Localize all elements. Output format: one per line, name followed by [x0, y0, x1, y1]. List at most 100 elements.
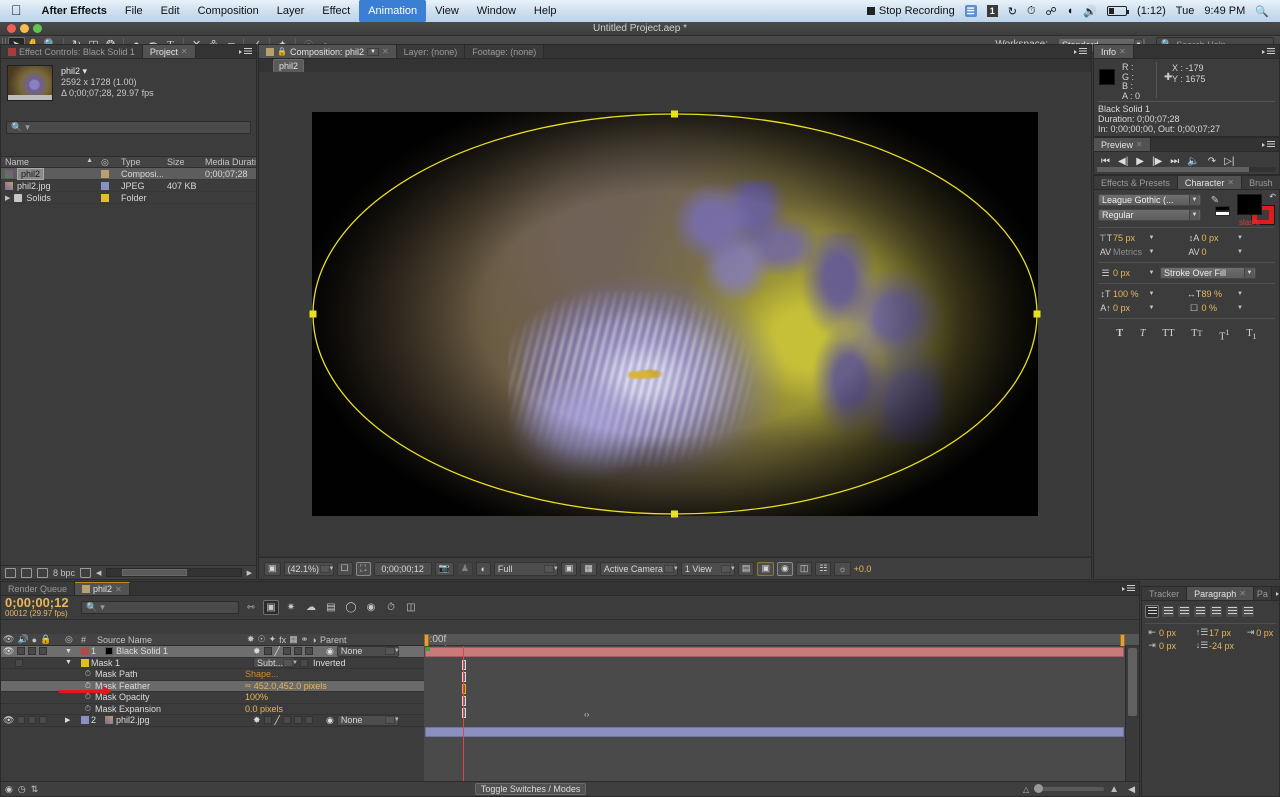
small-caps-button[interactable]: TT: [1191, 328, 1202, 342]
table-row[interactable]: 👁 ▼ 1 Black Solid 1 ✸: [1, 646, 424, 658]
subscript-button[interactable]: T1: [1246, 328, 1256, 342]
audio-toggle[interactable]: [17, 647, 25, 655]
space-after-value[interactable]: -24 px: [1209, 641, 1245, 651]
magnification-icon[interactable]: ▣: [264, 562, 281, 576]
menu-item-animation[interactable]: Animation: [359, 0, 426, 22]
interpret-footage-button[interactable]: [5, 568, 16, 578]
table-row[interactable]: ⏱ Mask Opacity 100%: [1, 692, 424, 704]
justify-last-center-button[interactable]: [1209, 605, 1223, 618]
take-snapshot-button[interactable]: 📷: [435, 562, 454, 576]
column-header-size[interactable]: Size: [163, 157, 201, 167]
frame-blend-icon[interactable]: ▦: [289, 634, 298, 645]
chevron-down-icon[interactable]: ▾: [83, 66, 88, 76]
choose-grid-guide-button[interactable]: ☐: [337, 562, 353, 576]
tab-tracker[interactable]: Tracker: [1142, 587, 1187, 600]
reset-exposure-button[interactable]: ☼: [834, 562, 850, 576]
leading-value[interactable]: 0 px: [1202, 233, 1236, 243]
layer-bar-black-solid[interactable]: [425, 647, 1124, 657]
close-icon[interactable]: ✕: [1136, 140, 1143, 149]
current-time-display[interactable]: 0;00;00;12: [374, 562, 432, 576]
clock-icon[interactable]: ⏱: [1022, 5, 1041, 18]
sync-icon[interactable]: ↻: [1003, 5, 1022, 18]
chevron-down-icon[interactable]: ▼: [1236, 305, 1245, 311]
fill-color-swatch[interactable]: [1237, 194, 1262, 215]
menu-item-after-effects[interactable]: After Effects: [33, 0, 116, 22]
parent-selector[interactable]: None ▼: [337, 715, 399, 726]
menu-item-window[interactable]: Window: [468, 0, 525, 22]
horizontal-scale-value[interactable]: 89 %: [1202, 289, 1236, 299]
paragraph-panel-menu-button[interactable]: [1272, 587, 1280, 600]
default-fill-stroke-icon[interactable]: [1215, 206, 1230, 217]
disclosure-triangle-icon[interactable]: ▶: [65, 716, 70, 724]
property-value[interactable]: 0.0 pixels: [243, 704, 424, 714]
draft-3d-button[interactable]: ▣: [263, 600, 279, 615]
column-header-label[interactable]: ◎: [97, 157, 117, 168]
apple-logo-icon[interactable]: : [0, 3, 33, 17]
delete-button[interactable]: [80, 568, 91, 578]
info-panel-menu-button[interactable]: [1258, 45, 1279, 58]
column-header-name[interactable]: Name ▲: [1, 157, 97, 167]
mask-vertex-top[interactable]: [671, 111, 678, 118]
enable-frame-blending-button[interactable]: ☁: [303, 600, 319, 615]
property-value[interactable]: 100%: [243, 692, 424, 702]
frame-blend-switch[interactable]: [294, 716, 302, 724]
share-view-axes-button[interactable]: ▤: [738, 562, 755, 576]
disclosure-triangle-icon[interactable]: ▼: [65, 648, 72, 655]
property-name[interactable]: Mask Feather: [93, 681, 243, 691]
effects-switch[interactable]: [283, 716, 291, 724]
transparency-grid-button[interactable]: ▦: [580, 562, 597, 576]
disclosure-triangle-icon[interactable]: ▼: [65, 659, 72, 666]
motion-blur-switch[interactable]: [305, 716, 313, 724]
source-name-column-header[interactable]: Source Name: [95, 635, 245, 645]
solo-toggle[interactable]: [28, 716, 36, 724]
label-color-swatch[interactable]: [81, 647, 89, 655]
scroll-left-arrow[interactable]: ◀: [96, 569, 101, 577]
motion-blur-icon[interactable]: ⚭: [301, 634, 309, 645]
mask-vertex-bottom[interactable]: [671, 511, 678, 518]
mask-video-toggle[interactable]: [15, 659, 23, 667]
enable-motion-blur-button[interactable]: ▤: [323, 600, 339, 615]
tab-paint[interactable]: Pa: [1254, 587, 1272, 600]
parent-pickwhip-icon[interactable]: ◉: [326, 646, 334, 657]
stroke-order-selector[interactable]: Stroke Over Fill ▼: [1160, 267, 1256, 279]
current-time-readout[interactable]: 0;00;00;12 00012 (29.97 fps): [5, 597, 77, 618]
show-channel-button[interactable]: ◐: [476, 562, 491, 576]
menu-item-file[interactable]: File: [116, 0, 152, 22]
font-size-value[interactable]: 75 px: [1113, 233, 1147, 243]
label-color-swatch[interactable]: [81, 716, 89, 724]
comp-button[interactable]: ◉: [5, 784, 13, 795]
mask-mode-selector[interactable]: Subt... ▼: [253, 657, 295, 668]
graph-editor-button[interactable]: ◉: [363, 600, 379, 615]
close-icon[interactable]: ✕: [1119, 47, 1126, 56]
menu-item-effect[interactable]: Effect: [313, 0, 359, 22]
region-of-interest-button[interactable]: ⛶: [356, 562, 371, 576]
font-family-selector[interactable]: League Gothic (... ▼: [1098, 194, 1201, 206]
stopwatch-icon[interactable]: ⏱: [85, 669, 91, 679]
last-frame-button[interactable]: ⏭: [1170, 156, 1179, 167]
chevron-down-icon[interactable]: ▼: [367, 48, 379, 56]
disclosure-triangle-icon[interactable]: ▶: [5, 194, 10, 202]
audio-toggle[interactable]: [17, 716, 25, 724]
composition-panel-menu-button[interactable]: [1070, 45, 1091, 58]
superscript-button[interactable]: T1: [1219, 328, 1229, 342]
close-icon[interactable]: ✕: [382, 47, 389, 56]
stopwatch-icon[interactable]: ⏱: [85, 704, 91, 714]
audio-toggle-header-icon[interactable]: 🔊: [17, 634, 28, 645]
live-update-button[interactable]: ◫: [403, 600, 419, 615]
brainstorm-button[interactable]: ◯: [343, 600, 359, 615]
indent-left-value[interactable]: 0 px: [1159, 628, 1195, 638]
video-toggle-header-icon[interactable]: 👁: [3, 634, 14, 645]
tab-brush[interactable]: Brush: [1242, 176, 1280, 189]
tab-timeline-phil2[interactable]: phil2 ✕: [75, 582, 130, 595]
tab-character[interactable]: Character ✕: [1178, 176, 1242, 189]
switches-modes-icon[interactable]: ⇅: [31, 784, 39, 795]
chevron-down-icon[interactable]: ▼: [1236, 249, 1245, 255]
chevron-down-icon[interactable]: ▼: [1147, 270, 1156, 276]
baseline-shift-value[interactable]: 0 px: [1113, 303, 1147, 313]
chevron-down-icon[interactable]: ▼: [1147, 235, 1156, 241]
tsume-value[interactable]: 0 %: [1202, 303, 1236, 313]
tab-footage[interactable]: Footage: (none): [465, 45, 544, 58]
label-column-header[interactable]: ◎: [63, 634, 79, 645]
lock-header-icon[interactable]: 🔒: [40, 634, 51, 645]
chevron-down-icon[interactable]: ▼: [1147, 291, 1156, 297]
